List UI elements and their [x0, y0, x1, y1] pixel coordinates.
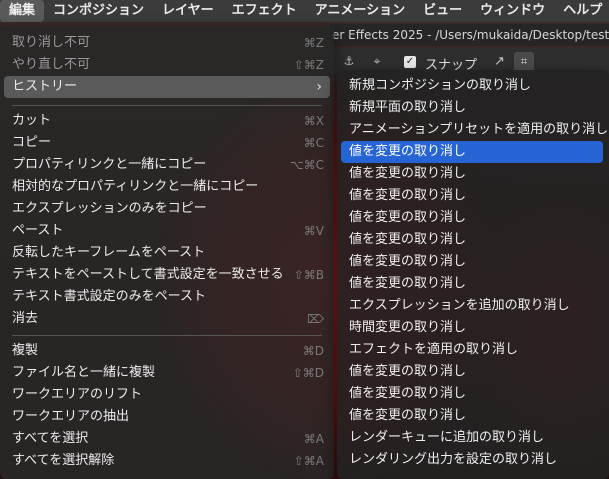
menu-composition[interactable]: コンポジション: [44, 0, 153, 22]
menu-item-label: ペースト: [12, 223, 64, 238]
snap-checkbox[interactable]: ✓: [404, 56, 416, 68]
history-item[interactable]: 値を変更の取り消し: [341, 251, 603, 273]
menu-item-duplicate-with-file-name[interactable]: ファイル名と一緒に複製 ⇧⌘D: [4, 362, 330, 384]
menu-edit[interactable]: 編集: [0, 0, 45, 22]
shortcut-label: ⌘D: [302, 344, 324, 358]
menu-item-deselect-all[interactable]: すべてを選択解除 ⇧⌘A: [4, 450, 330, 472]
history-item-selected[interactable]: 値を変更の取り消し: [341, 141, 603, 163]
history-item[interactable]: エクスプレッションを追加の取り消し: [341, 295, 603, 317]
history-item[interactable]: 値を変更の取り消し: [341, 383, 603, 405]
menu-item-copy[interactable]: コピー ⌘C: [4, 132, 330, 154]
shortcut-label: ⌘X: [303, 114, 324, 128]
menu-item-label: コピー: [12, 135, 52, 150]
delete-forward-icon: ⌦: [307, 312, 324, 326]
shortcut-label: ⌘A: [303, 432, 324, 446]
menu-item-undo[interactable]: 取り消し不可 ⌘Z: [4, 32, 330, 54]
shortcut-label: ⌥⌘C: [289, 158, 324, 172]
shortcut-label: ⌘Z: [303, 36, 324, 50]
edit-menu: 取り消し不可 ⌘Z やり直し不可 ⇧⌘Z ヒストリー › カット ⌘X コピー …: [0, 26, 334, 479]
menu-item-label: ヒストリー: [12, 79, 78, 94]
menu-item-copy-with-property-links[interactable]: プロパティリンクと一緒にコピー ⌥⌘C: [4, 154, 330, 176]
menu-window[interactable]: ウィンドウ: [471, 0, 554, 22]
history-item[interactable]: 新規平面の取り消し: [341, 97, 603, 119]
history-item[interactable]: エフェクトを適用の取り消し: [341, 339, 603, 361]
menu-item-label: カット: [12, 113, 52, 128]
shortcut-label: ⌘C: [303, 136, 324, 150]
menu-animation[interactable]: アニメーション: [306, 0, 414, 22]
menu-view[interactable]: ビュー: [414, 0, 471, 22]
history-item[interactable]: 時間変更の取り消し: [341, 317, 603, 339]
menu-item-copy-expression-only[interactable]: エクスプレッションのみをコピー: [4, 198, 330, 220]
history-item[interactable]: 値を変更の取り消し: [341, 207, 603, 229]
menu-item-duplicate[interactable]: 複製 ⌘D: [4, 340, 330, 362]
menu-separator: [12, 335, 322, 336]
menu-item-label: すべてを選択解除: [12, 453, 115, 468]
menu-item-label: テキスト書式設定のみをペースト: [12, 289, 206, 304]
history-submenu: 新規コンポジションの取り消し 新規平面の取り消し アニメーションプリセットを適用…: [337, 70, 609, 479]
history-item[interactable]: レンダーキューに追加の取り消し: [341, 427, 603, 449]
shortcut-label: ⇧⌘D: [292, 366, 324, 380]
menu-item-paste-reverse-keyframes[interactable]: 反転したキーフレームをペースト: [4, 242, 330, 264]
menu-effect[interactable]: エフェクト: [223, 0, 306, 22]
history-item[interactable]: 値を変更の取り消し: [341, 163, 603, 185]
snap-arrow-icon[interactable]: ↗: [494, 54, 505, 69]
menu-item-select-all[interactable]: すべてを選択 ⌘A: [4, 428, 330, 450]
history-item[interactable]: 値を変更の取り消し: [341, 229, 603, 251]
menu-item-label: 取り消し不可: [12, 35, 91, 50]
shortcut-label: ⇧⌘B: [293, 268, 324, 282]
menu-item-label: ワークエリアの抽出: [12, 409, 130, 424]
menu-item-paste[interactable]: ペースト ⌘V: [4, 220, 330, 242]
menu-item-label: すべてを選択: [12, 431, 89, 446]
menu-item-label: プロパティリンクと一緒にコピー: [12, 157, 207, 172]
menu-item-label: やり直し不可: [12, 57, 91, 72]
menu-item-label: 反転したキーフレームをペースト: [12, 245, 206, 260]
menu-item-extract-work-area[interactable]: ワークエリアの抽出: [4, 406, 330, 428]
shortcut-label: ⌘V: [303, 224, 324, 238]
menu-item-lift-work-area[interactable]: ワークエリアのリフト: [4, 384, 330, 406]
menu-item-paste-text-match-style[interactable]: テキストをペーストして書式設定を一致させる ⇧⌘B: [4, 264, 330, 286]
menu-help[interactable]: ヘルプ: [554, 0, 609, 22]
menu-bar: 編集 コンポジション レイヤー エフェクト アニメーション ビュー ウィンドウ …: [0, 0, 609, 22]
menu-item-redo[interactable]: やり直し不可 ⇧⌘Z: [4, 54, 330, 76]
menu-item-copy-relative-property-links[interactable]: 相対的なプロパティリンクと一緒にコピー: [4, 176, 330, 198]
menu-item-history[interactable]: ヒストリー ›: [4, 76, 330, 98]
menu-item-cut[interactable]: カット ⌘X: [4, 110, 330, 132]
menu-item-label: エクスプレッションのみをコピー: [12, 201, 207, 216]
history-item[interactable]: 値を変更の取り消し: [341, 273, 603, 295]
menu-item-label: テキストをペーストして書式設定を一致させる: [12, 267, 284, 282]
chevron-right-icon: ›: [316, 79, 322, 95]
anchor-icon[interactable]: ⚓: [342, 54, 356, 68]
menu-item-label: ファイル名と一緒に複製: [12, 365, 156, 380]
shortcut-label: ⇧⌘A: [293, 454, 324, 468]
menu-item-label: ワークエリアのリフト: [12, 387, 143, 402]
window-title: er Effects 2025 - /Users/mukaida/Desktop…: [330, 24, 609, 46]
menu-layer[interactable]: レイヤー: [153, 0, 223, 22]
history-item[interactable]: 値を変更の取り消し: [341, 405, 603, 427]
history-item[interactable]: 値を変更の取り消し: [341, 361, 603, 383]
menu-separator: [12, 105, 322, 106]
history-item[interactable]: 新規コンポジションの取り消し: [341, 75, 603, 97]
pin-icon[interactable]: ⌖: [370, 54, 384, 68]
history-item[interactable]: アニメーションプリセットを適用の取り消し: [341, 119, 608, 141]
history-item[interactable]: 値を変更の取り消し: [341, 185, 603, 207]
menu-item-clear[interactable]: 消去 ⌦: [4, 308, 330, 330]
menu-item-paste-text-format-only[interactable]: テキスト書式設定のみをペースト: [4, 286, 330, 308]
snap-target-icon[interactable]: ⌗: [514, 52, 534, 72]
menu-item-label: 消去: [12, 311, 39, 326]
menu-item-label: 複製: [12, 343, 39, 358]
shortcut-label: ⇧⌘Z: [293, 58, 324, 72]
history-item[interactable]: レンダリング出力を設定の取り消し: [341, 449, 603, 471]
menu-item-label: 相対的なプロパティリンクと一緒にコピー: [12, 179, 259, 194]
